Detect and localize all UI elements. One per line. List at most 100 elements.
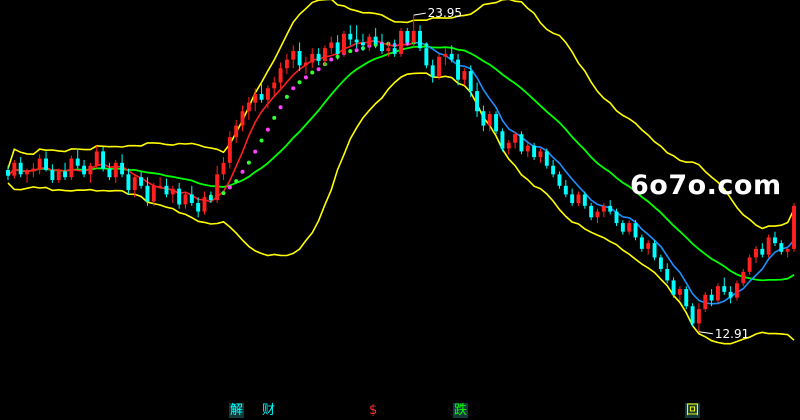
candle-body (633, 223, 638, 238)
rally-dot (348, 49, 353, 54)
candle-body (773, 237, 777, 244)
candle-body (519, 134, 524, 152)
high-label: 23.95 (428, 6, 462, 20)
candle-body (646, 243, 651, 249)
candle-body (246, 102, 251, 112)
candle-body (728, 291, 733, 298)
rally-dot (240, 169, 245, 174)
candle-body (513, 134, 518, 143)
candle-body (494, 114, 499, 132)
candle-body (544, 151, 549, 166)
candle-body (506, 142, 511, 149)
candle-body (202, 197, 207, 212)
candle-body (449, 53, 454, 60)
candle-body (538, 151, 543, 158)
candle-body (481, 111, 486, 126)
candle-body (265, 88, 270, 100)
candle-body (170, 188, 175, 195)
candle-body (75, 158, 80, 166)
candle-body (107, 168, 112, 178)
rally-dot (265, 127, 270, 132)
candle-body (690, 306, 695, 324)
candle-body (405, 30, 410, 43)
candle-body (620, 223, 625, 232)
candle-body (386, 48, 391, 52)
candle-body (468, 71, 473, 92)
rally-dot (253, 149, 258, 154)
signal-glyph: 解 (229, 403, 245, 418)
candle-body (221, 162, 226, 175)
candle-body (18, 162, 23, 175)
low-label: 12.91 (715, 327, 749, 341)
candle-body (63, 171, 68, 178)
candle-body (754, 248, 758, 258)
rally-dot (303, 75, 308, 80)
candle-body (183, 194, 188, 205)
candle-body (310, 53, 315, 63)
candle-body (652, 243, 657, 258)
candle-body (44, 158, 48, 171)
candle-body (760, 248, 765, 255)
rally-dot (234, 179, 239, 184)
candle-body (582, 194, 587, 206)
candle-body (145, 185, 150, 202)
candle-body (456, 59, 461, 80)
candle-body (703, 294, 708, 310)
candle-body (101, 151, 106, 169)
candle-body (500, 131, 505, 149)
candle-body (525, 145, 530, 152)
candle-body (6, 170, 10, 176)
candle-body (696, 309, 701, 324)
candle-body (341, 33, 346, 54)
candle-body (532, 145, 537, 158)
candle-body (113, 162, 118, 178)
candle-body (665, 268, 670, 281)
candle-body (570, 194, 575, 203)
rally-dot (278, 105, 283, 110)
candle-body (399, 30, 403, 54)
rally-dot (354, 48, 359, 53)
candle-body (443, 53, 448, 57)
candle-body (240, 111, 245, 126)
candle-body (297, 51, 302, 66)
candle-body (348, 33, 353, 40)
candle-body (151, 185, 156, 202)
candle-body (164, 185, 169, 195)
rally-dot (284, 94, 289, 99)
lower-band-line (7, 72, 795, 345)
candle-body (373, 36, 378, 44)
candle-body (462, 71, 467, 80)
candle-body (234, 125, 239, 138)
stock-chart: 23.95 12.91 (6, 0, 796, 345)
rally-dot (221, 191, 226, 196)
rally-dot (291, 86, 296, 91)
candle-body (785, 248, 790, 252)
candle-body (722, 286, 727, 292)
signal-glyph: $ (369, 403, 378, 418)
rally-dot (272, 115, 277, 120)
middle-ma-line (7, 45, 795, 282)
candle-body (709, 294, 714, 301)
candle-body (430, 65, 435, 77)
candle-body (25, 171, 29, 175)
candle-body (196, 203, 201, 212)
candle-body (37, 158, 42, 169)
candle-body (177, 188, 182, 205)
candle-body (31, 168, 36, 172)
candle-body (671, 280, 676, 295)
candle-body (227, 137, 232, 163)
candle-body (120, 162, 125, 175)
candle-body (56, 171, 61, 181)
candle-body (215, 174, 220, 201)
candle-body (253, 94, 258, 103)
candle-body (589, 205, 594, 218)
rally-dot (227, 185, 232, 190)
candle-body (411, 30, 416, 43)
candle-body (208, 197, 213, 201)
candle-body (614, 211, 619, 224)
candle-body (627, 223, 632, 232)
candle-body (88, 165, 93, 175)
signal-glyph: 财 (262, 403, 276, 418)
candle-body (259, 94, 264, 100)
candle-body (126, 174, 131, 191)
